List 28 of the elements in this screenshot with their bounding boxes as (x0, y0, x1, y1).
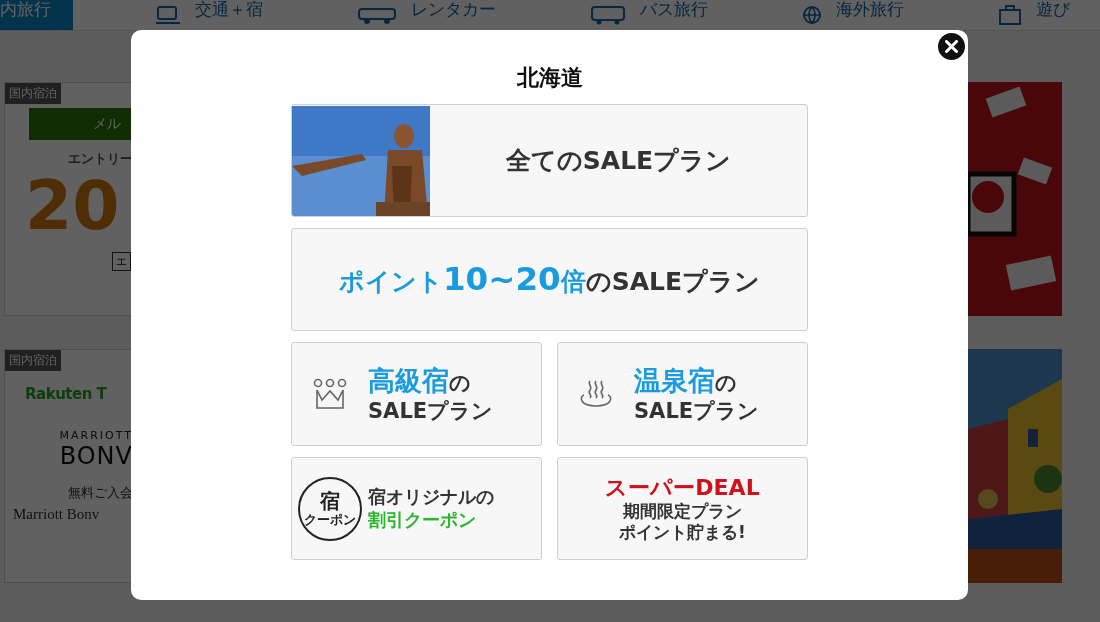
plan-button[interactable]: スーパーDEAL 期間限定プラン ポイント貯まる! (557, 457, 808, 560)
globe-icon (802, 5, 822, 25)
close-icon (945, 40, 958, 53)
brand-logo-text: Rakuten T (25, 385, 107, 403)
brand-logo-text: BONV (59, 442, 133, 470)
ad-text: Marriott Bonv (13, 506, 100, 523)
ad-number: 20 (25, 172, 120, 240)
plan-button[interactable]: 温泉宿の SALEプラン (557, 342, 808, 446)
plan-button[interactable]: 全てのSALEプラン (291, 104, 808, 217)
nav-tab[interactable]: 海外旅行 (780, 0, 926, 30)
nav-tab[interactable]: レンタカー (335, 0, 518, 30)
brand-logo-text: MARRIOTT (59, 429, 133, 442)
nav-tab[interactable]: 内旅行 (0, 0, 73, 30)
hot-spring-icon (578, 379, 614, 409)
ad-banner-heading: メル (29, 108, 133, 140)
bus-icon (590, 5, 626, 25)
modal-title: 北海道 (516, 64, 583, 92)
nav-tab[interactable]: 交通＋宿 (133, 0, 285, 30)
nav-tab[interactable]: 遊び (976, 0, 1092, 30)
plan-button[interactable]: 高級宿の SALEプラン (291, 342, 542, 446)
ad-button[interactable]: エ (112, 252, 131, 271)
crown-icon (312, 378, 348, 410)
car-icon (357, 5, 397, 25)
plan-button[interactable]: 宿 クーポン 宿オリジナルの 割引クーポン (291, 457, 542, 560)
plan-button[interactable]: ポイント 10~20倍のSALEプラン (291, 228, 808, 331)
suitcase-icon (998, 4, 1022, 26)
coupon-stamp-icon: 宿 クーポン (298, 476, 362, 541)
nav-tab[interactable]: バス旅行 (568, 0, 730, 30)
